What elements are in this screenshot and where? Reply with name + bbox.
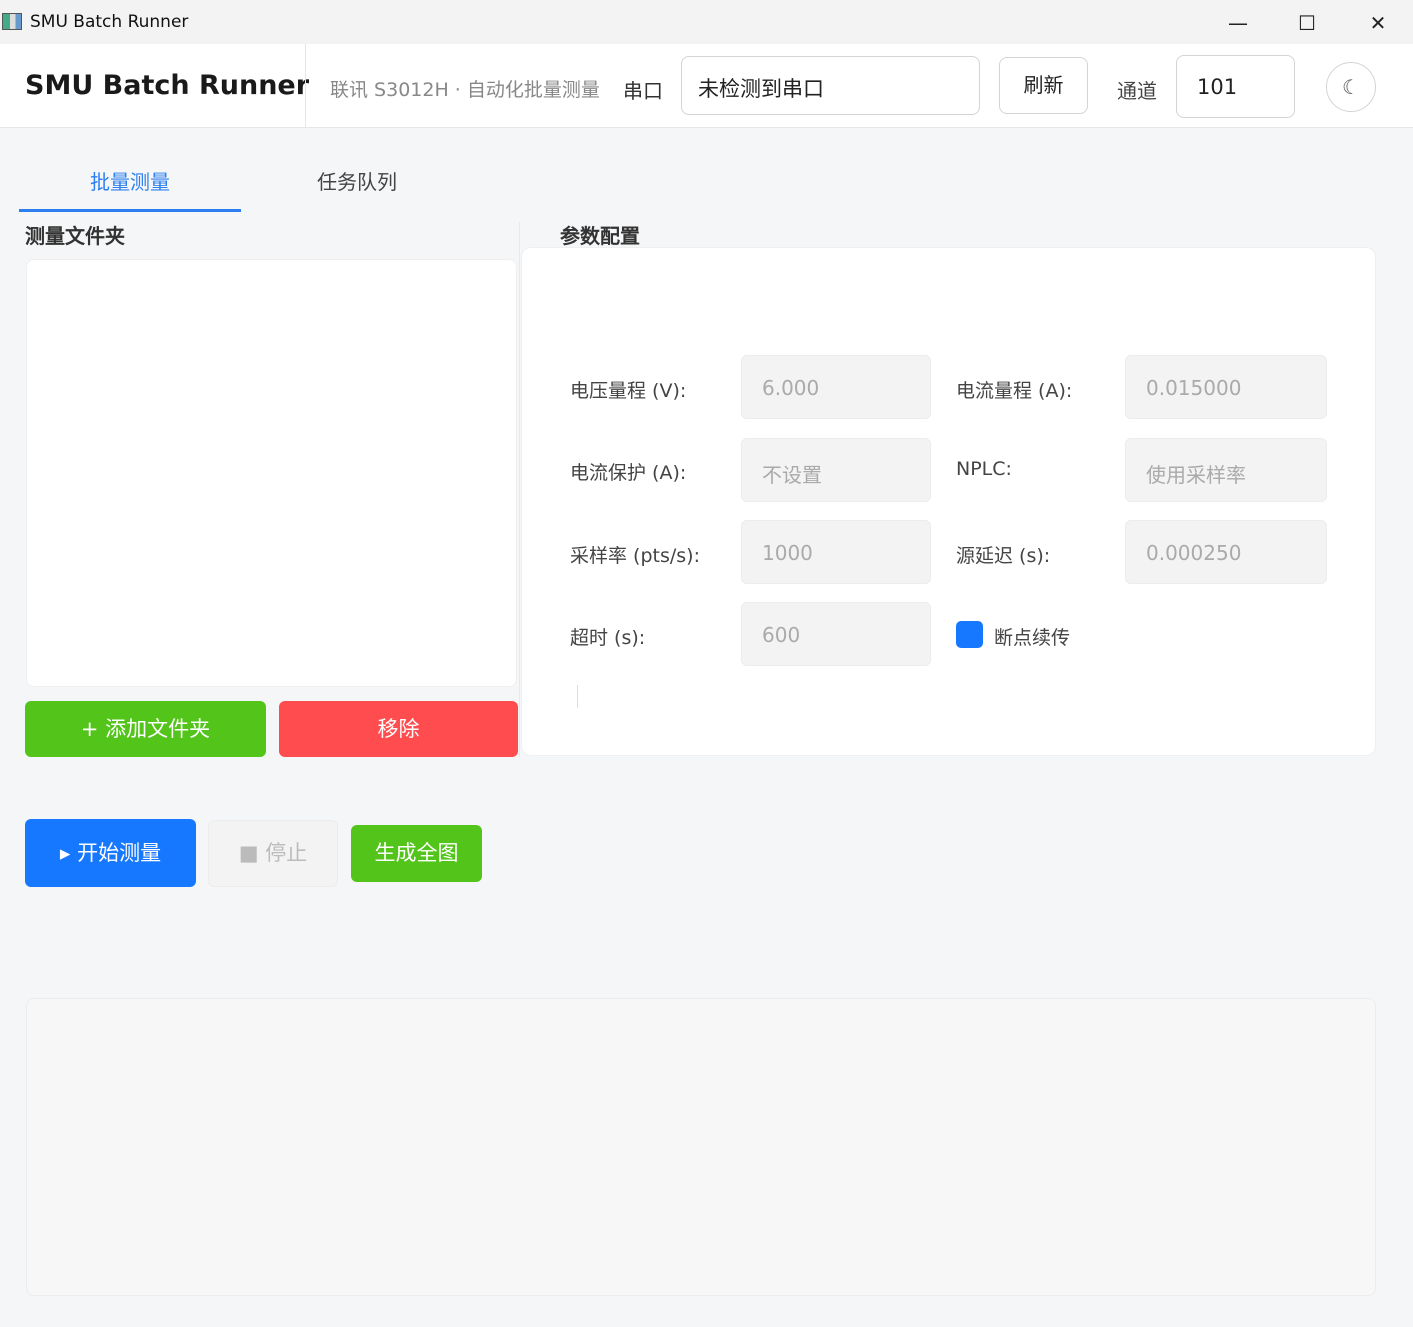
resume-checkbox[interactable] bbox=[956, 621, 983, 648]
app-brand: SMU Batch Runner bbox=[25, 70, 310, 101]
generate-plot-button[interactable]: 生成全图 bbox=[351, 825, 482, 882]
source-delay-field[interactable]: 0.000250 bbox=[1125, 520, 1327, 584]
close-button[interactable]: ✕ bbox=[1355, 8, 1401, 38]
resume-label: 断点续传 bbox=[994, 627, 1071, 649]
voltage-range-field[interactable]: 6.000 bbox=[741, 355, 931, 419]
current-range-label: 电流量程 (A): bbox=[956, 380, 1073, 402]
theme-toggle-button[interactable]: ☾ bbox=[1326, 62, 1376, 112]
tab-task-queue[interactable]: 任务队列 bbox=[246, 160, 468, 212]
port-select[interactable]: 未检测到串口 bbox=[681, 56, 980, 115]
nplc-label: NPLC: bbox=[956, 458, 1012, 480]
tab-batch-measure[interactable]: 批量测量 bbox=[19, 160, 241, 212]
source-delay-label: 源延迟 (s): bbox=[956, 545, 1051, 567]
window-title: SMU Batch Runner bbox=[30, 12, 189, 32]
nplc-field[interactable]: 使用采样率 bbox=[1125, 438, 1327, 502]
remove-folder-button[interactable]: 移除 bbox=[279, 701, 518, 757]
folder-list[interactable] bbox=[26, 259, 517, 687]
params-panel: 电压量程 (V): 6.000 电流量程 (A): 0.015000 电流保护 … bbox=[521, 247, 1376, 756]
sample-rate-field[interactable]: 1000 bbox=[741, 520, 931, 584]
text-cursor-mark bbox=[577, 685, 578, 708]
add-folder-button[interactable]: + 添加文件夹 bbox=[25, 701, 266, 757]
voltage-range-label: 电压量程 (V): bbox=[570, 380, 687, 402]
current-range-field[interactable]: 0.015000 bbox=[1125, 355, 1327, 419]
params-title: 参数配置 bbox=[560, 224, 640, 248]
window-titlebar: SMU Batch Runner — ☐ ✕ bbox=[0, 0, 1413, 44]
timeout-label: 超时 (s): bbox=[570, 627, 646, 649]
app-header: SMU Batch Runner 联讯 S3012H · 自动化批量测量 串口 … bbox=[0, 44, 1413, 128]
column-divider bbox=[519, 222, 520, 757]
stop-button[interactable]: ■ 停止 bbox=[208, 820, 338, 887]
app-subtitle: 联讯 S3012H · 自动化批量测量 bbox=[330, 79, 600, 101]
moon-icon: ☾ bbox=[1342, 75, 1360, 99]
current-protect-label: 电流保护 (A): bbox=[570, 462, 687, 484]
refresh-button[interactable]: 刷新 bbox=[999, 57, 1088, 114]
port-label: 串口 bbox=[623, 79, 663, 103]
channel-label: 通道 bbox=[1117, 79, 1157, 103]
start-measure-button[interactable]: ▸ 开始测量 bbox=[25, 819, 196, 887]
folders-title: 测量文件夹 bbox=[25, 224, 125, 248]
current-protect-field[interactable]: 不设置 bbox=[741, 438, 931, 502]
maximize-button[interactable]: ☐ bbox=[1284, 8, 1330, 38]
app-icon bbox=[2, 13, 22, 30]
header-divider bbox=[305, 44, 306, 128]
timeout-field[interactable]: 600 bbox=[741, 602, 931, 666]
minimize-button[interactable]: — bbox=[1215, 8, 1261, 38]
sample-rate-label: 采样率 (pts/s): bbox=[570, 545, 700, 567]
log-panel bbox=[26, 998, 1376, 1296]
channel-input[interactable]: 101 bbox=[1176, 55, 1295, 118]
